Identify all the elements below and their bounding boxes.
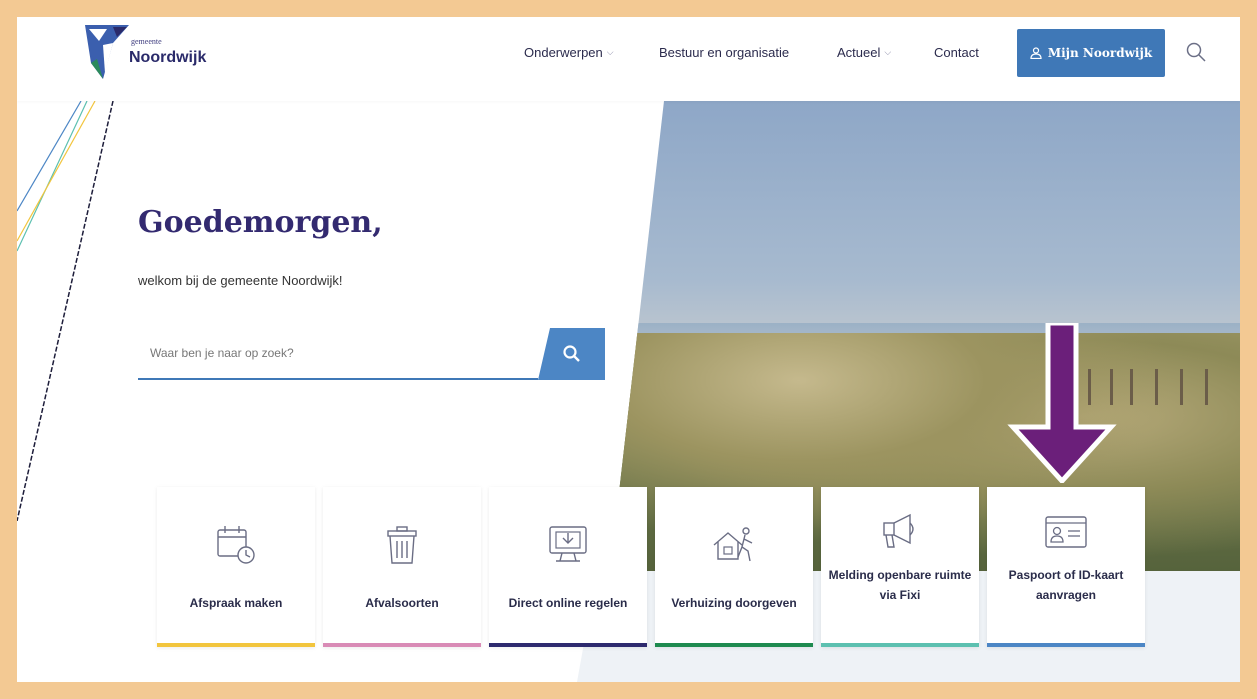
search-icon[interactable] — [1185, 41, 1207, 63]
card-afvalsoorten[interactable]: Afvalsoorten — [323, 487, 481, 647]
card-melding-openbare-ruimte[interactable]: Melding openbare ruimte via Fixi — [821, 487, 979, 647]
down-arrow-icon — [1007, 323, 1117, 483]
chevron-down-icon: ⌵ — [884, 47, 892, 57]
fence-post — [1180, 369, 1183, 405]
card-label: Paspoort of ID-kaart aanvragen — [1008, 568, 1124, 602]
id-card-icon — [1045, 516, 1087, 548]
nav-label: Bestuur en organisatie — [659, 45, 790, 60]
page-frame: gemeente Noordwijk Onderwerpen ⌵ Bestuur… — [17, 17, 1240, 682]
card-color-bar — [655, 643, 813, 647]
fence-post — [1155, 369, 1158, 405]
card-verhuizing-doorgeven[interactable]: Verhuizing doorgeven — [655, 487, 813, 647]
calendar-clock-icon — [217, 526, 255, 564]
card-color-bar — [489, 643, 647, 647]
card-label: Direct online regelen — [508, 596, 628, 610]
card-label: Verhuizing doorgeven — [671, 596, 797, 610]
monitor-download-icon — [549, 526, 587, 562]
search-input[interactable] — [138, 328, 538, 380]
greeting-heading: Goedemorgen, — [138, 205, 383, 240]
card-color-bar — [157, 643, 315, 647]
nav-actueel[interactable]: Actueel ⌵ — [837, 45, 891, 60]
mijn-noordwijk-label: Mijn Noordwijk — [1047, 46, 1153, 60]
search-button[interactable] — [538, 328, 605, 380]
megaphone-icon — [883, 513, 914, 548]
logo-mark-icon — [85, 25, 129, 79]
noordwijk-logo[interactable]: gemeente Noordwijk — [83, 23, 223, 85]
site-header: gemeente Noordwijk Onderwerpen ⌵ Bestuur… — [17, 17, 1240, 101]
card-direct-online-regelen[interactable]: Direct online regelen — [489, 487, 647, 647]
decorative-lines — [17, 101, 114, 521]
logo-subtitle: gemeente — [131, 37, 162, 46]
nav-contact[interactable]: Contact — [934, 45, 979, 60]
chevron-down-icon: ⌵ — [606, 47, 614, 57]
card-color-bar — [323, 643, 481, 647]
mijn-noordwijk-button[interactable]: Mijn Noordwijk — [1017, 29, 1165, 77]
welcome-text: welkom bij de gemeente Noordwijk! — [138, 273, 343, 288]
nav-bestuur-en-organisatie[interactable]: Bestuur en organisatie — [659, 45, 789, 60]
card-color-bar — [987, 643, 1145, 647]
card-color-bar — [821, 643, 979, 647]
search-icon — [562, 345, 580, 362]
nav-label: Onderwerpen — [524, 45, 603, 60]
search-bar — [138, 328, 605, 380]
user-icon — [1030, 47, 1042, 59]
trash-bin-icon — [387, 526, 417, 564]
card-label: Afspraak maken — [189, 596, 283, 610]
card-afspraak-maken[interactable]: Afspraak maken — [157, 487, 315, 647]
card-paspoort-id-kaart[interactable]: Paspoort of ID-kaart aanvragen — [987, 487, 1145, 647]
moving-house-icon — [713, 527, 753, 562]
nav-label: Actueel — [837, 45, 881, 60]
card-label: Melding openbare ruimte via Fixi — [828, 568, 972, 602]
nav-onderwerpen[interactable]: Onderwerpen ⌵ — [524, 45, 614, 60]
logo-title: Noordwijk — [129, 49, 207, 66]
fence-post — [1205, 369, 1208, 405]
fence-post — [1130, 369, 1133, 405]
nav-label: Contact — [934, 45, 979, 60]
card-label: Afvalsoorten — [365, 596, 439, 610]
